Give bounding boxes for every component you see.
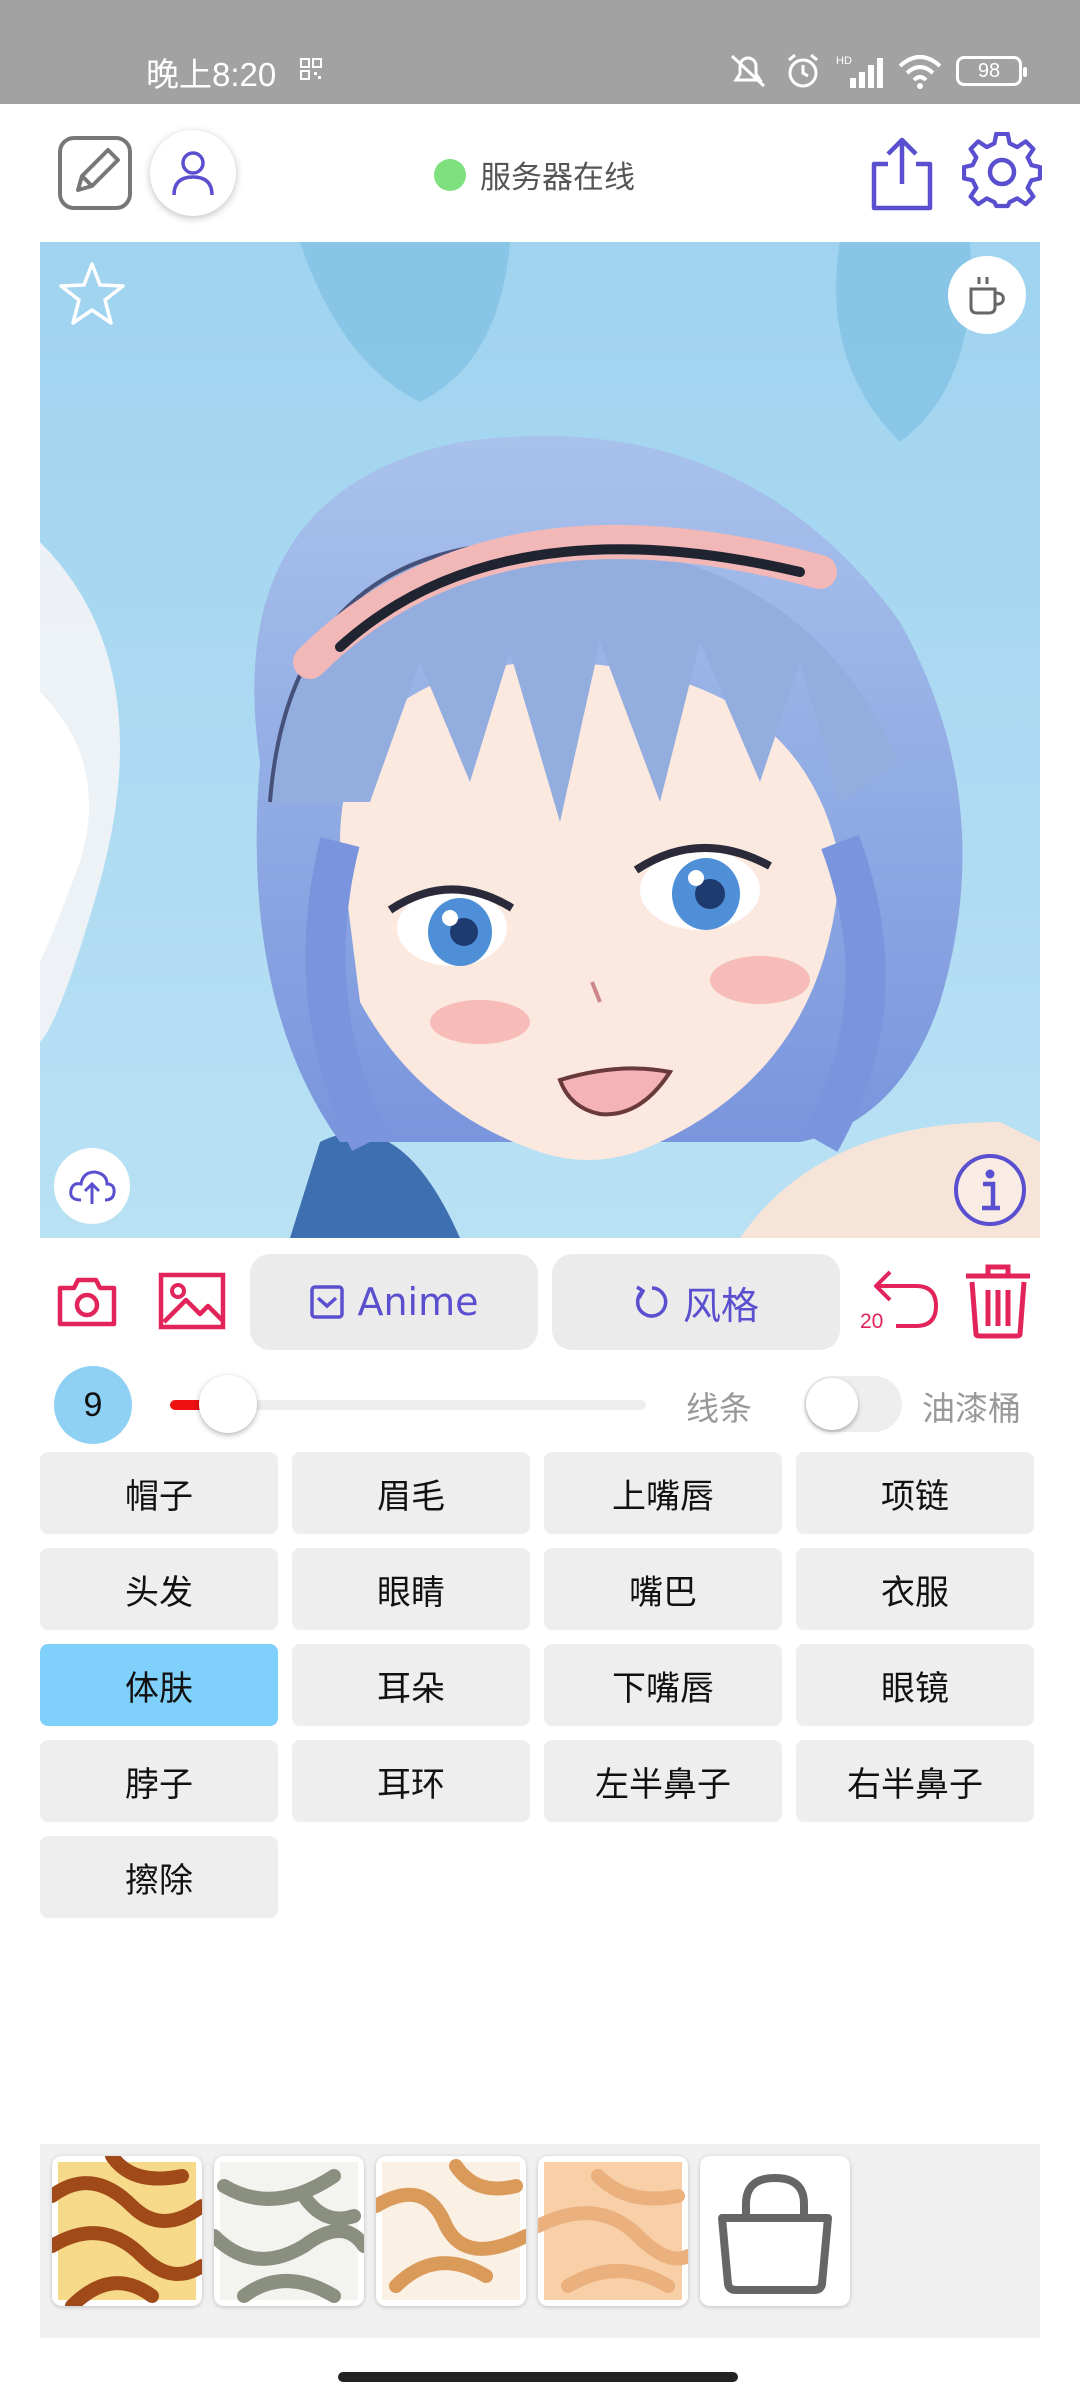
user-profile-button[interactable]: [150, 130, 236, 216]
battery-indicator: 98: [956, 56, 1027, 86]
checkbox-icon: [310, 1285, 345, 1319]
mute-icon: [730, 54, 766, 88]
texture-swatch[interactable]: [214, 2156, 364, 2306]
part-button[interactable]: 衣服: [796, 1548, 1034, 1630]
bucket-toggle[interactable]: [804, 1376, 902, 1432]
brush-controls: 9 线条 油漆桶: [0, 1360, 1080, 1444]
part-button[interactable]: 眼睛: [292, 1548, 530, 1630]
part-button[interactable]: 右半鼻子: [796, 1740, 1034, 1822]
qr-code-icon: [300, 58, 322, 80]
part-button[interactable]: 耳朵: [292, 1644, 530, 1726]
texture-swatch[interactable]: [52, 2156, 202, 2306]
brush-size-value: 9: [83, 1385, 103, 1424]
texture-tray: [40, 2144, 1040, 2338]
part-button[interactable]: 上嘴唇: [544, 1452, 782, 1534]
refresh-icon: [635, 1285, 668, 1318]
part-button[interactable]: 耳环: [292, 1740, 530, 1822]
part-button[interactable]: 项链: [796, 1452, 1034, 1534]
part-button[interactable]: 眉毛: [292, 1452, 530, 1534]
tool-row: Anime 风格 20: [0, 1240, 1080, 1360]
trash-icon[interactable]: [962, 1262, 1034, 1340]
top-bar: 服务器在线: [0, 104, 1080, 242]
slider-thumb[interactable]: [199, 1375, 257, 1433]
style-button[interactable]: 风格: [552, 1254, 840, 1350]
status-bar: 晚上8:20 HD 98: [0, 0, 1080, 104]
store-button[interactable]: [700, 2156, 850, 2306]
part-button[interactable]: 头发: [40, 1548, 278, 1630]
shopping-bag-icon: [718, 2173, 832, 2294]
lines-label: 线条: [686, 1389, 752, 1428]
part-button[interactable]: 下嘴唇: [544, 1644, 782, 1726]
edit-icon[interactable]: [56, 134, 134, 212]
coffee-button[interactable]: [948, 256, 1026, 334]
server-status-label: 服务器在线: [480, 160, 635, 196]
status-time: 晚上8:20: [146, 56, 277, 93]
wifi-icon: [898, 55, 942, 89]
gear-icon[interactable]: [962, 132, 1042, 212]
anime-mode-button[interactable]: Anime: [250, 1254, 538, 1350]
bucket-label: 油漆桶: [922, 1389, 1021, 1428]
texture-swatch[interactable]: [538, 2156, 688, 2306]
user-icon: [172, 151, 214, 196]
part-button[interactable]: 脖子: [40, 1740, 278, 1822]
share-icon[interactable]: [864, 134, 940, 214]
server-status: 服务器在线: [434, 152, 635, 197]
part-selector-grid: 帽子 眉毛 上嘴唇 项链头发 眼睛 嘴巴 衣服体肤 耳朵 下嘴唇 眼镜脖子 耳环 左半鼻子 右半鼻子擦除: [40, 1452, 1040, 1918]
brush-size-badge: 9: [54, 1366, 132, 1444]
cloud-upload-icon: [69, 1170, 116, 1204]
alarm-icon: [788, 53, 818, 88]
brush-size-slider[interactable]: [170, 1375, 646, 1433]
svg-text:HD: HD: [836, 55, 852, 67]
camera-icon[interactable]: [56, 1274, 118, 1328]
part-button[interactable]: 左半鼻子: [544, 1740, 782, 1822]
anime-label: Anime: [357, 1280, 479, 1324]
info-icon[interactable]: [952, 1152, 1028, 1228]
part-button[interactable]: 擦除: [40, 1836, 278, 1918]
coffee-cup-icon: [969, 277, 1005, 315]
toggle-knob: [806, 1378, 858, 1430]
part-button[interactable]: 眼镜: [796, 1644, 1034, 1726]
online-indicator: [434, 158, 466, 191]
part-button[interactable]: 帽子: [40, 1452, 278, 1534]
home-indicator[interactable]: [338, 2372, 738, 2382]
undo-count: 20: [860, 1310, 884, 1333]
favorite-star-icon[interactable]: [56, 258, 128, 330]
battery-level: 98: [977, 59, 1001, 82]
part-button[interactable]: 体肤: [40, 1644, 278, 1726]
signal-icon: HD: [836, 55, 883, 88]
style-label: 风格: [682, 1283, 759, 1328]
part-button[interactable]: 嘴巴: [544, 1548, 782, 1630]
anime-portrait-image: [40, 242, 1040, 1238]
upload-button[interactable]: [54, 1148, 130, 1224]
drawing-canvas[interactable]: [40, 242, 1040, 1238]
gallery-icon[interactable]: [158, 1272, 226, 1330]
texture-swatch[interactable]: [376, 2156, 526, 2306]
